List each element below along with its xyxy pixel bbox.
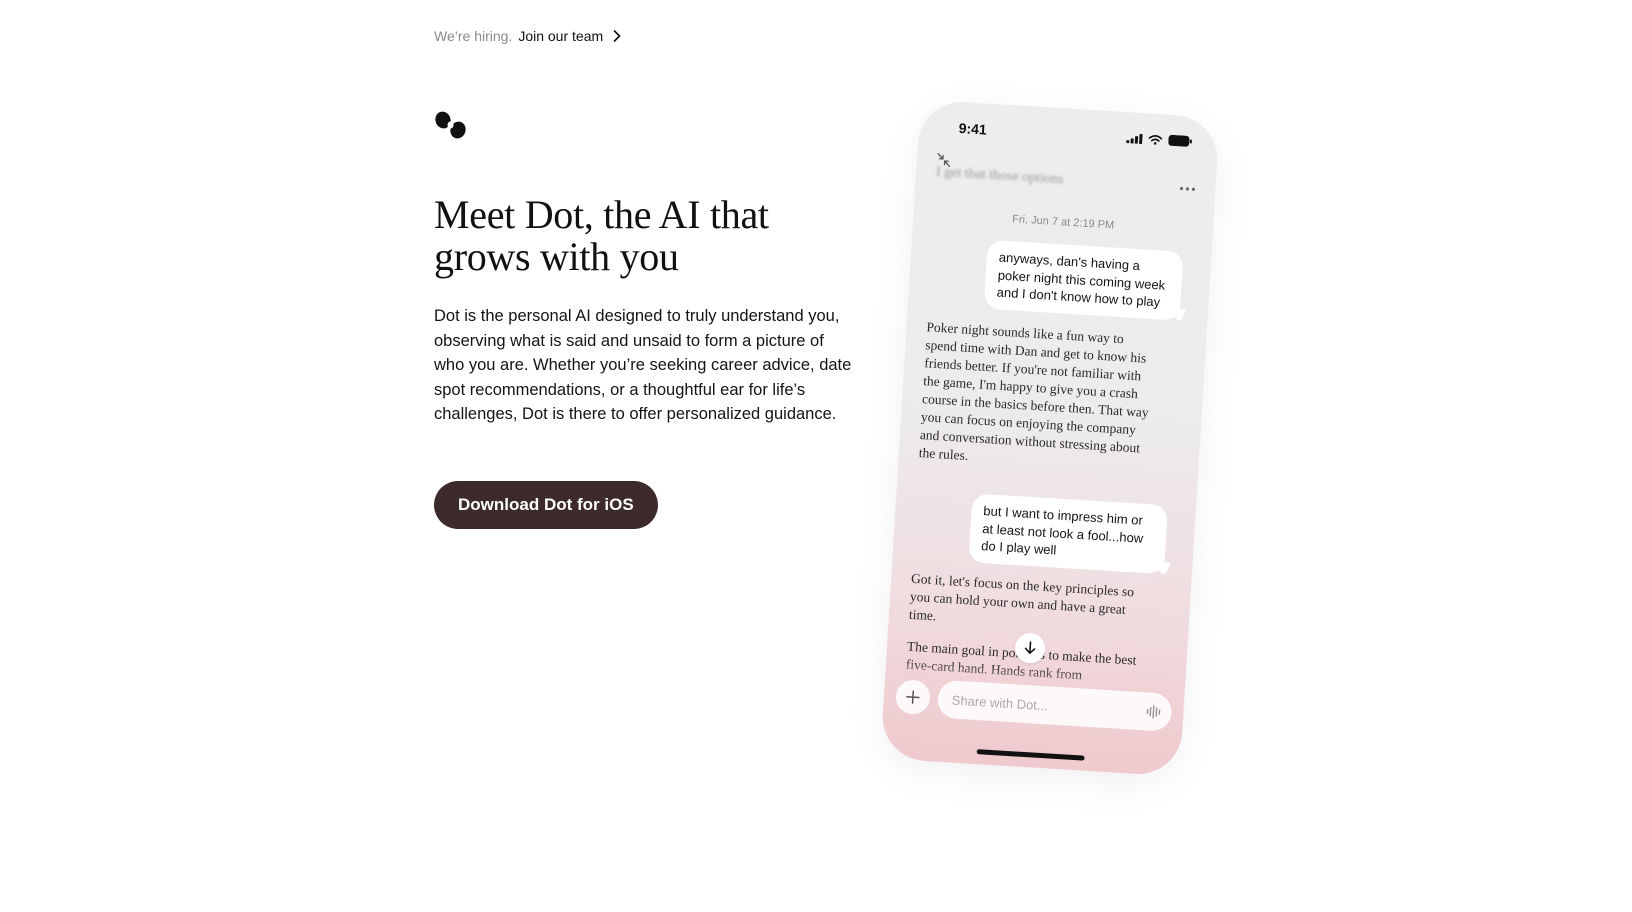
ai-message: Got it, let's focus on the key principle… xyxy=(908,570,1135,624)
more-options-icon[interactable] xyxy=(1179,177,1196,196)
chat-header: I get that those options xyxy=(935,152,1197,196)
dot-logo xyxy=(434,111,468,141)
phone-screen: 9:41 I get that those options Fri, Jun 7… xyxy=(880,99,1220,777)
landing-page: We’re hiring. Join our team Meet Dot, th… xyxy=(0,0,1632,912)
phone-mockup: 9:41 I get that those options Fri, Jun 7… xyxy=(880,99,1220,777)
status-time: 9:41 xyxy=(958,119,988,138)
page-title: Meet Dot, the AI that grows with you xyxy=(434,192,769,279)
battery-icon xyxy=(1168,134,1193,147)
hero-description: Dot is the personal AI designed to truly… xyxy=(434,307,852,423)
chat-title: I get that those options xyxy=(935,164,1064,188)
join-team-link[interactable]: Join our team xyxy=(518,28,621,44)
user-message: anyways, dan's having a poker night this… xyxy=(983,239,1184,321)
signal-icon xyxy=(1126,133,1143,144)
chat-timestamp: Fri, Jun 7 at 2:19 PM xyxy=(1011,213,1115,232)
ai-message: Poker night sounds like a fun way to spe… xyxy=(918,319,1150,464)
user-message: but I want to impress him or at least no… xyxy=(968,493,1169,574)
status-bar: 9:41 xyxy=(958,120,1193,154)
home-indicator xyxy=(976,749,1085,761)
chevron-right-icon xyxy=(613,30,621,42)
add-attachment-button[interactable] xyxy=(894,679,931,716)
wifi-icon xyxy=(1148,134,1163,145)
hiring-banner: We’re hiring. Join our team xyxy=(434,28,621,44)
voice-waveform-icon[interactable] xyxy=(1145,703,1162,725)
status-icons xyxy=(1126,132,1193,147)
join-team-label: Join our team xyxy=(518,28,604,44)
download-ios-button[interactable]: Download Dot for iOS xyxy=(434,481,658,529)
hiring-prefix: We’re hiring. xyxy=(434,28,513,44)
